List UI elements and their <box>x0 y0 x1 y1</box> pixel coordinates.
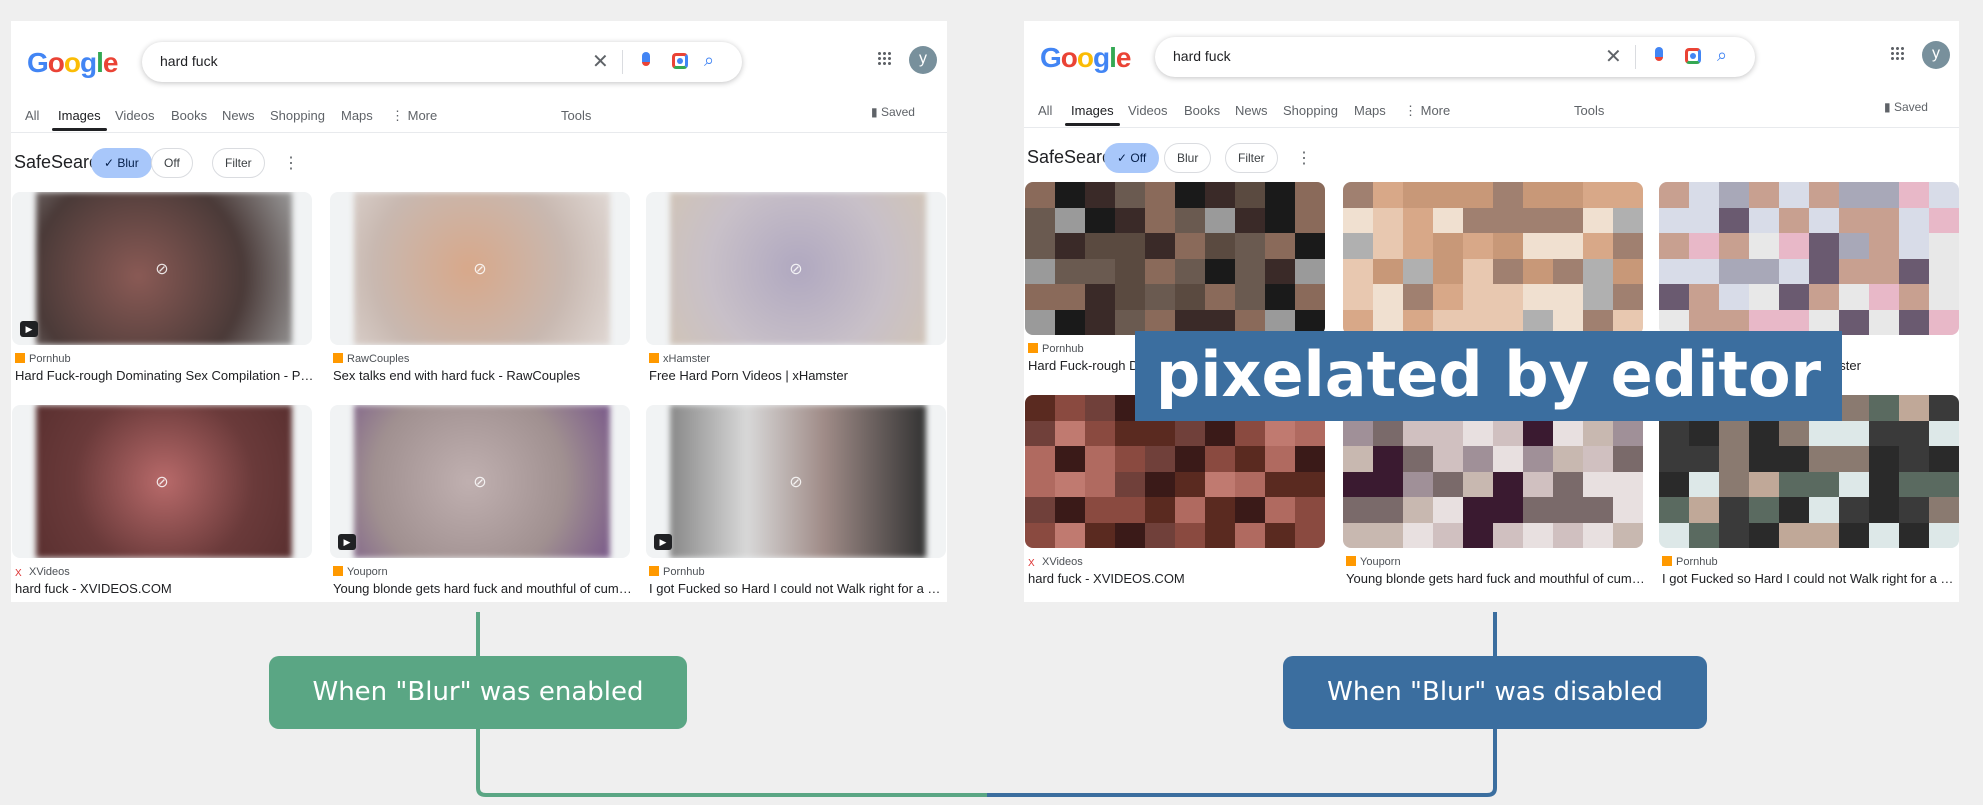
caption-blur-disabled: When "Blur" was disabled <box>1283 656 1707 729</box>
caption-blur-enabled: When "Blur" was enabled <box>269 656 687 729</box>
